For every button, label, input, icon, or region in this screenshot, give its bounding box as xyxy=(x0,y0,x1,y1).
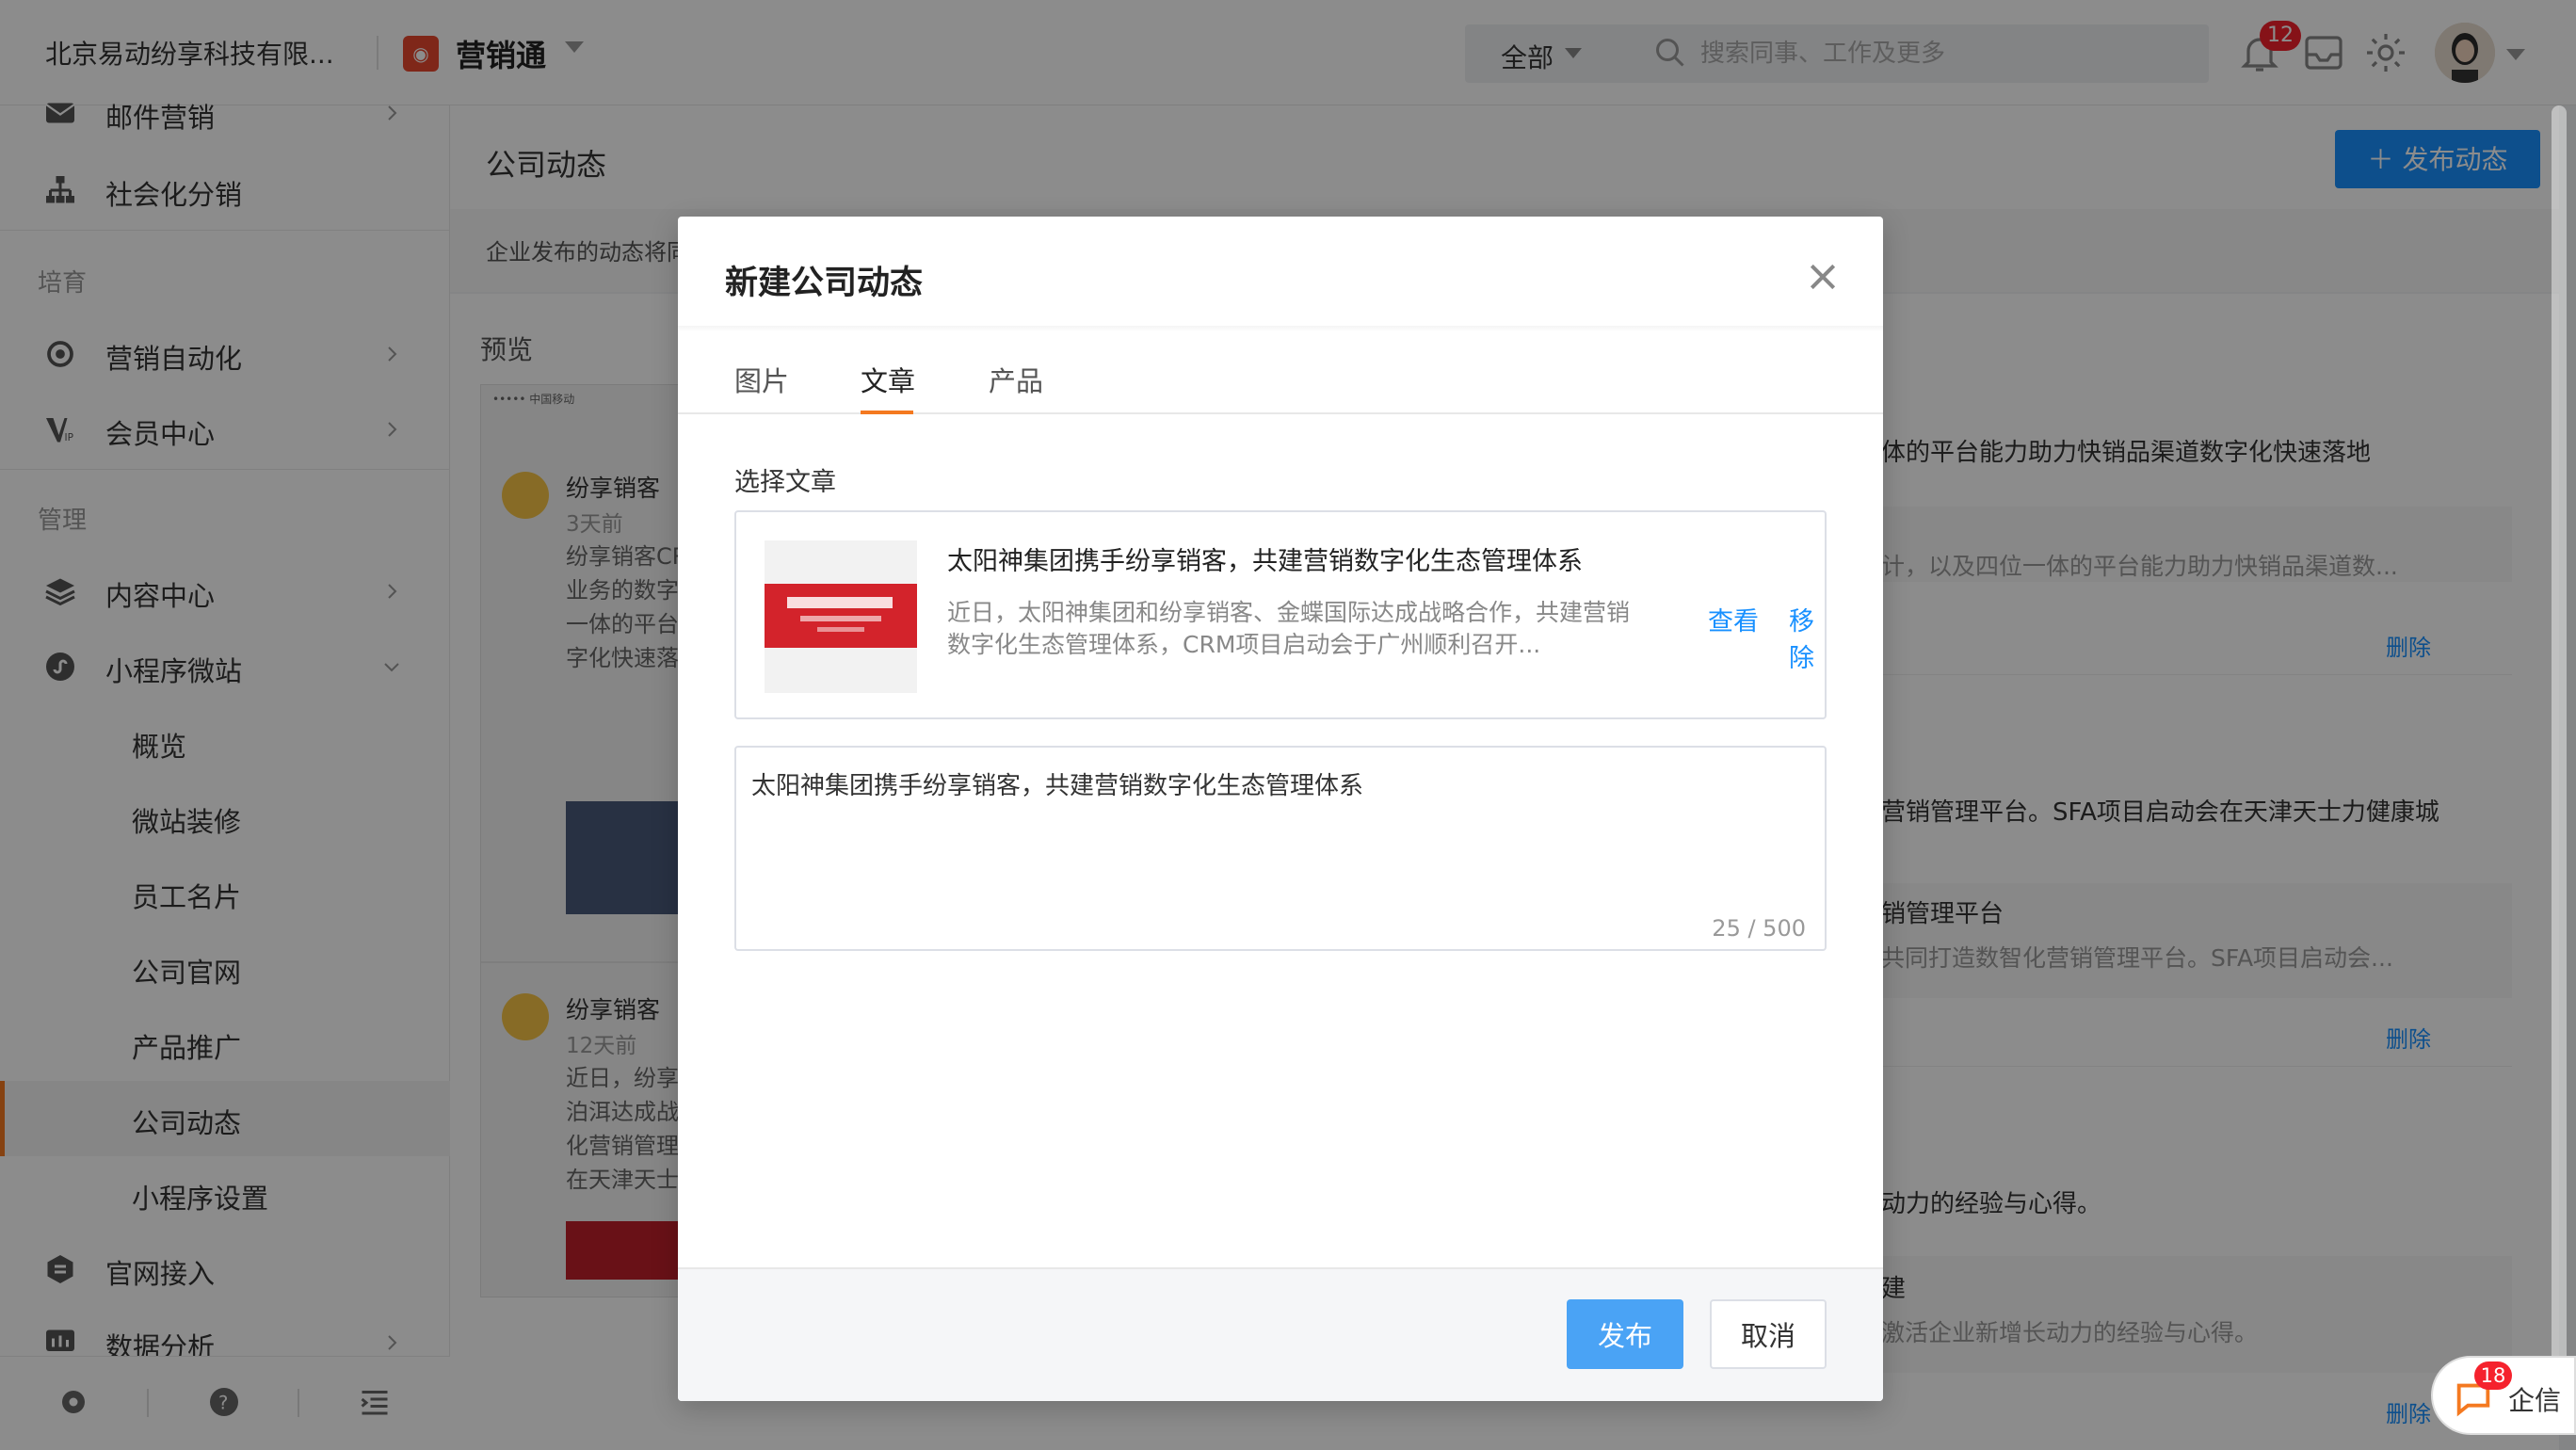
news-content-value: 太阳神集团携手纷享销客，共建营销数字化生态管理体系 xyxy=(751,772,1364,800)
chat-unread-badge: 18 xyxy=(2474,1361,2512,1390)
publish-button[interactable]: 发布 xyxy=(1567,1299,1683,1369)
news-content-textarea[interactable]: 太阳神集团携手纷享销客，共建营销数字化生态管理体系 25 / 500 xyxy=(734,746,1827,951)
close-icon[interactable] xyxy=(1804,258,1842,296)
article-title: 太阳神集团携手纷享销客，共建营销数字化生态管理体系 xyxy=(947,547,1583,576)
new-company-news-dialog: 新建公司动态 图片 文章 产品 选择文章 太阳神集团携手纷享销客，共建营销数字化… xyxy=(678,217,1883,1401)
enterprise-chat-button[interactable]: 18 企信 xyxy=(2431,1356,2576,1435)
char-counter: 25 / 500 xyxy=(1712,915,1806,942)
tab-product[interactable]: 产品 xyxy=(989,360,1043,399)
dialog-header-divider xyxy=(678,326,1883,331)
page-scrollbar[interactable] xyxy=(2552,105,2567,1377)
article-summary: 近日，太阳神集团和纷享销客、金蝶国际达成战略合作，共建营销数字化生态管理体系，C… xyxy=(947,599,1631,658)
active-tab-indicator xyxy=(861,411,913,414)
view-article-link[interactable]: 查看 xyxy=(1708,601,1759,637)
remove-article-link[interactable]: 移除 xyxy=(1789,601,1825,674)
select-article-label: 选择文章 xyxy=(734,468,836,497)
tabs-divider xyxy=(678,412,1883,414)
article-thumbnail xyxy=(765,540,917,693)
dialog-title: 新建公司动态 xyxy=(725,265,924,302)
tab-image[interactable]: 图片 xyxy=(734,360,789,399)
tab-article[interactable]: 文章 xyxy=(861,360,915,399)
chat-label: 企信 xyxy=(2508,1385,2562,1416)
selected-article-card: 太阳神集团携手纷享销客，共建营销数字化生态管理体系 近日，太阳神集团和纷享销客、… xyxy=(734,510,1827,719)
dialog-footer: 发布 取消 xyxy=(678,1267,1883,1401)
cancel-button[interactable]: 取消 xyxy=(1710,1299,1827,1369)
article-banner-image-icon xyxy=(765,540,917,693)
